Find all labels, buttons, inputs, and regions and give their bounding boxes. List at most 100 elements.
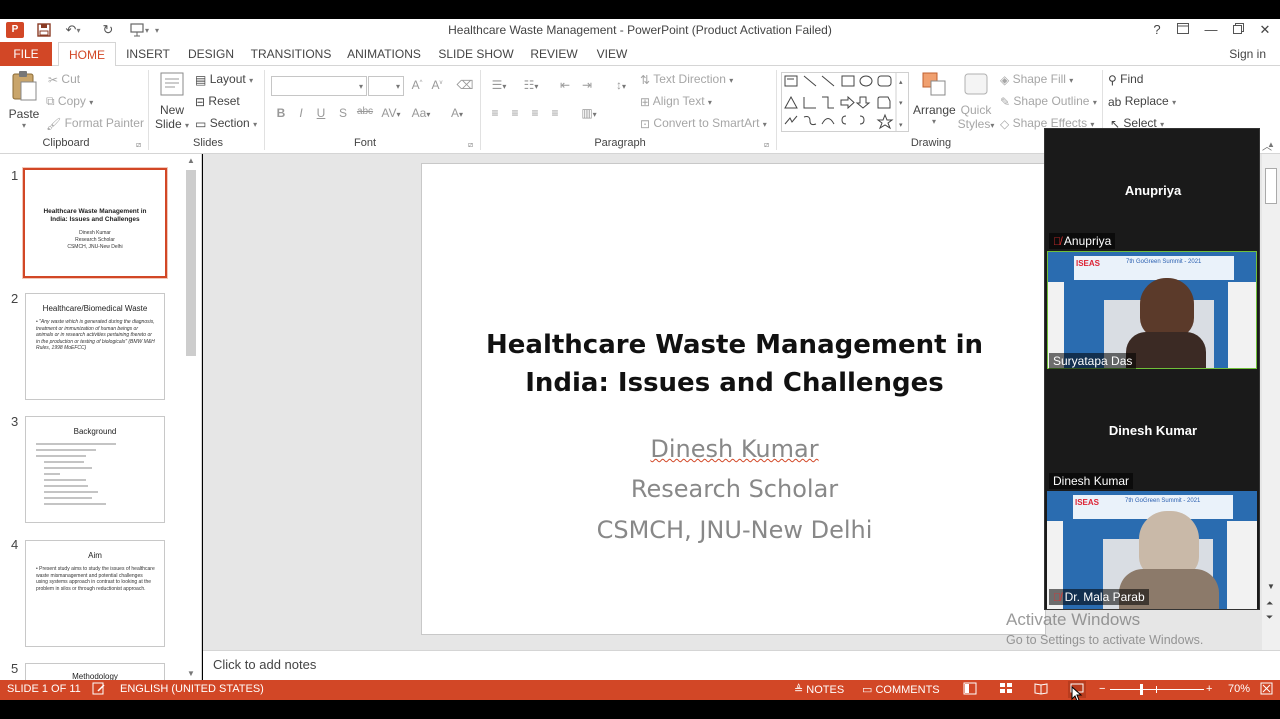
notes-button[interactable]: ≜ NOTES <box>794 683 844 696</box>
scroll-down-icon[interactable]: ▼ <box>1267 582 1275 591</box>
slide-sorter-icon[interactable] <box>999 682 1013 698</box>
bold-icon[interactable]: B <box>272 106 290 120</box>
quick-styles-button[interactable]: Quick Styles▾ <box>957 70 995 134</box>
next-slide-icon[interactable]: ⏷ <box>1266 612 1273 623</box>
section-button[interactable]: ▭ Section ▾ <box>195 116 257 131</box>
align-right-icon[interactable]: ≡ <box>526 106 544 120</box>
align-text-button[interactable]: ⊞ Align Text ▾ <box>640 94 712 109</box>
scroll-up-icon[interactable]: ▲ <box>187 156 195 165</box>
comments-button[interactable]: ▭ COMMENTS <box>862 683 940 696</box>
tab-animations[interactable]: ANIMATIONS <box>344 42 424 66</box>
scroll-up-icon[interactable]: ▲ <box>1267 140 1275 149</box>
slide-subtitle-affiliation[interactable]: CSMCH, JNU-New Delhi <box>422 516 1047 544</box>
arrange-button[interactable]: Arrange ▾ <box>913 70 956 134</box>
change-case-icon[interactable]: Aa▾ <box>408 106 434 120</box>
find-button[interactable]: ⚲ Find <box>1108 72 1143 87</box>
decrease-font-icon[interactable]: Av <box>428 78 446 92</box>
tab-transitions[interactable]: TRANSITIONS <box>250 42 332 66</box>
participant-video[interactable]: ISEAS 7th GoGreen Summit - 2021 🎙̸ Dr. M… <box>1047 491 1257 609</box>
clipboard-launcher-icon[interactable]: ⧄ <box>136 140 141 150</box>
numbering-icon[interactable]: ☷▾ <box>518 78 544 92</box>
sign-in-link[interactable]: Sign in <box>1229 42 1266 66</box>
fit-to-window-icon[interactable] <box>1260 682 1273 698</box>
tab-slide-show[interactable]: SLIDE SHOW <box>438 42 514 66</box>
italic-icon[interactable]: I <box>292 106 310 120</box>
copy-button[interactable]: ⧉ Copy ▾ <box>46 94 93 109</box>
shapes-gallery[interactable]: ▴ ▾ ▾ <box>781 72 909 132</box>
font-size-select[interactable]: ▾ <box>368 76 404 96</box>
tab-design[interactable]: DESIGN <box>184 42 238 66</box>
increase-indent-icon[interactable]: ⇥ <box>578 78 596 92</box>
ribbon-display-icon[interactable] <box>1172 21 1194 39</box>
zoom-slider[interactable] <box>1110 689 1204 690</box>
participant-name-tile: Dinesh Kumar <box>1108 423 1198 438</box>
slide-thumbnail-2[interactable]: Healthcare/Biomedical Waste • "Any waste… <box>25 293 165 400</box>
current-slide[interactable]: Healthcare Waste Management in India: Is… <box>421 163 1046 635</box>
font-launcher-icon[interactable]: ⧄ <box>468 140 473 150</box>
slide-thumbnail-5[interactable]: Methodology <box>25 663 165 680</box>
font-color-icon[interactable]: A▾ <box>446 106 468 120</box>
language-indicator[interactable]: ENGLISH (UNITED STATES) <box>120 683 264 695</box>
help-icon[interactable]: ? <box>1146 21 1168 39</box>
align-center-icon[interactable]: ≡ <box>506 106 524 120</box>
previous-slide-icon[interactable]: ⏶ <box>1266 598 1273 609</box>
replace-label: Replace <box>1124 94 1169 108</box>
slide-scrollbar-thumb[interactable] <box>1265 168 1277 204</box>
layout-button[interactable]: ▤ Layout ▾ <box>195 72 253 87</box>
spellcheck-icon[interactable] <box>92 682 106 698</box>
format-painter-button[interactable]: 🖌 Format Painter <box>46 116 144 131</box>
shape-fill-button[interactable]: ◈ Shape Fill ▾ <box>1000 72 1073 87</box>
replace-button[interactable]: ab Replace ▾ <box>1108 94 1176 109</box>
slide-thumbnail-1[interactable]: Healthcare Waste Management in India: Is… <box>23 168 167 278</box>
text-direction-button[interactable]: ⇅ Text Direction ▾ <box>640 72 733 87</box>
shape-outline-button[interactable]: ✎ Shape Outline ▾ <box>1000 94 1097 109</box>
participant-person <box>1139 511 1199 577</box>
underline-icon[interactable]: U <box>312 106 330 120</box>
restore-icon[interactable] <box>1227 21 1249 39</box>
slide-subtitle-role[interactable]: Research Scholar <box>422 475 1047 503</box>
zoom-slider-handle[interactable] <box>1140 684 1143 695</box>
line-spacing-icon[interactable]: ↕▾ <box>608 78 634 92</box>
zoom-level[interactable]: 70% <box>1228 683 1250 695</box>
title-bar: P ↶ ▾ ↻ ▾ ▾ Healthcare Waste Management -… <box>0 19 1280 42</box>
normal-view-icon[interactable] <box>963 682 977 698</box>
zoom-out-icon[interactable]: − <box>1099 683 1105 695</box>
notes-pane[interactable]: Click to add notes <box>203 650 1280 680</box>
participant-video[interactable]: ISEAS 7th GoGreen Summit - 2021 <box>1047 251 1257 369</box>
slide-title[interactable]: Healthcare Waste Management in India: Is… <box>422 326 1047 402</box>
minimize-icon[interactable]: — <box>1200 21 1222 39</box>
scroll-down-icon[interactable]: ▼ <box>187 669 195 678</box>
layout-label: Layout <box>209 72 246 86</box>
slide-subtitle-author[interactable]: Dinesh Kumar <box>422 435 1047 463</box>
paragraph-launcher-icon[interactable]: ⧄ <box>764 140 769 150</box>
thumbnail-scrollbar-thumb[interactable] <box>186 170 196 356</box>
bullets-icon[interactable]: ☰▾ <box>486 78 512 92</box>
decrease-indent-icon[interactable]: ⇤ <box>556 78 574 92</box>
strikethrough-icon[interactable]: abc <box>354 106 376 117</box>
reset-button[interactable]: ⊟ Reset <box>195 94 240 109</box>
tab-home[interactable]: HOME <box>58 42 116 67</box>
tab-file[interactable]: FILE <box>0 42 52 66</box>
tab-view[interactable]: VIEW <box>592 42 632 66</box>
slide-scrollbar[interactable]: ▲ ▼ ⏶ ⏷ <box>1262 140 1280 650</box>
increase-font-icon[interactable]: A^ <box>408 78 426 92</box>
justify-icon[interactable]: ≡ <box>546 106 564 120</box>
tab-review[interactable]: REVIEW <box>528 42 580 66</box>
align-left-icon[interactable]: ≡ <box>486 106 504 120</box>
cut-button[interactable]: ✂ Cut <box>48 72 80 87</box>
reading-view-icon[interactable] <box>1034 682 1048 698</box>
slide-thumbnail-4[interactable]: Aim • Present study aims to study the is… <box>25 540 165 647</box>
new-slide-label-1: New <box>159 103 184 117</box>
clear-formatting-icon[interactable]: ⌫ <box>456 78 474 92</box>
text-shadow-icon[interactable]: S <box>334 106 352 120</box>
columns-icon[interactable]: ▥▾ <box>574 106 604 120</box>
character-spacing-icon[interactable]: AV▾ <box>378 106 404 120</box>
zoom-in-icon[interactable]: + <box>1206 683 1212 695</box>
close-icon[interactable]: ✕ <box>1254 21 1276 39</box>
new-slide-button[interactable]: New Slide ▾ <box>154 70 190 136</box>
slide-thumbnail-3[interactable]: Background <box>25 416 165 523</box>
font-name-select[interactable]: ▾ <box>271 76 367 96</box>
convert-smartart-button[interactable]: ⊡ Convert to SmartArt ▾ <box>640 116 767 131</box>
paste-button[interactable]: Paste ▾ <box>6 70 42 132</box>
tab-insert[interactable]: INSERT <box>122 42 174 66</box>
